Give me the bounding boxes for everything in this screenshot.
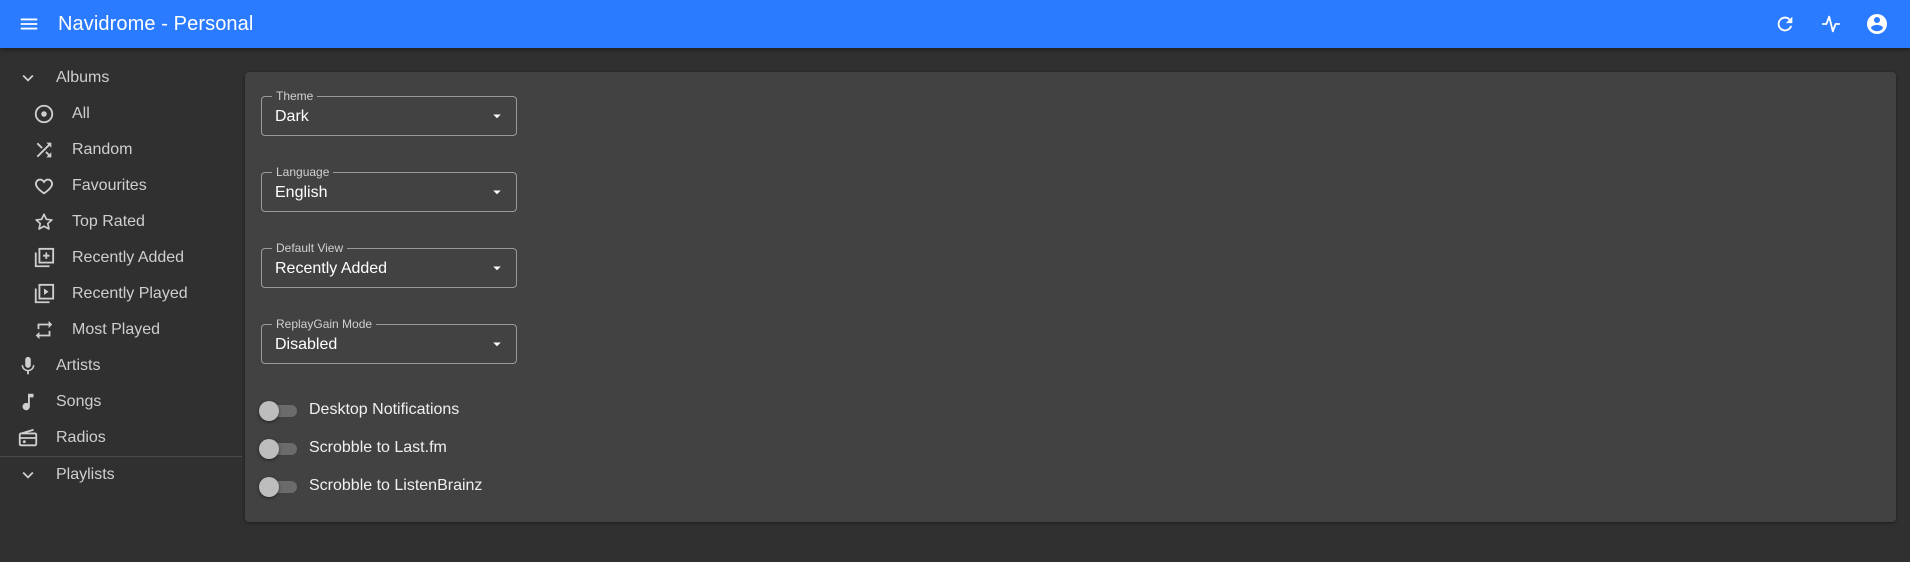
theme-label: Theme	[272, 89, 318, 103]
app-bar: Navidrome - Personal	[0, 0, 1910, 48]
sidebar-item-most-played[interactable]: Most Played	[0, 312, 242, 348]
desktop-notifications-toggle[interactable]: Desktop Notifications	[259, 396, 459, 424]
toggle-switch[interactable]	[259, 437, 297, 459]
toggle-label: Scrobble to ListenBrainz	[309, 477, 483, 494]
sidebar-item-label: Recently Played	[72, 285, 188, 302]
language-value: English	[275, 184, 328, 201]
default-view-label: Default View	[272, 241, 348, 255]
scrobble-lastfm-toggle[interactable]: Scrobble to Last.fm	[259, 434, 447, 462]
sidebar-item-all[interactable]: All	[0, 96, 242, 132]
theme-select[interactable]: Theme Dark	[261, 89, 517, 136]
sidebar-item-label: Playlists	[56, 466, 115, 483]
sidebar-item-songs[interactable]: Songs	[0, 384, 242, 420]
sidebar-item-label: Artists	[56, 357, 101, 374]
dropdown-arrow-icon	[493, 190, 501, 195]
sidebar-item-label: Top Rated	[72, 213, 145, 230]
app-title: Navidrome - Personal	[58, 12, 254, 35]
default-view-select[interactable]: Default View Recently Added	[261, 241, 517, 288]
heart-icon	[32, 174, 56, 198]
sidebar-item-radios[interactable]: Radios	[0, 420, 242, 456]
language-select[interactable]: Language English	[261, 165, 517, 212]
sidebar-item-favourites[interactable]: Favourites	[0, 168, 242, 204]
radio-icon	[16, 426, 40, 450]
menu-button[interactable]	[0, 0, 58, 48]
activity-icon	[1821, 15, 1841, 33]
language-label: Language	[272, 165, 334, 179]
sidebar-item-label: Most Played	[72, 321, 161, 338]
account-button[interactable]	[1854, 0, 1900, 48]
replaygain-value: Disabled	[275, 336, 338, 353]
library-play-icon	[32, 282, 56, 306]
album-icon	[32, 102, 56, 126]
star-icon	[32, 210, 56, 234]
sidebar: Albums All Random Favourites Top Rated R…	[0, 60, 242, 493]
sidebar-item-random[interactable]: Random	[0, 132, 242, 168]
sidebar-item-label: Random	[72, 141, 133, 158]
toggle-switch[interactable]	[259, 399, 297, 421]
sidebar-item-label: Songs	[56, 393, 102, 410]
menu-icon	[20, 18, 38, 30]
microphone-icon	[16, 354, 40, 378]
default-view-value: Recently Added	[275, 260, 388, 277]
sidebar-item-albums[interactable]: Albums	[0, 60, 242, 96]
sidebar-item-label: Favourites	[72, 177, 147, 194]
scrobble-listenbrainz-toggle[interactable]: Scrobble to ListenBrainz	[259, 472, 482, 500]
personal-settings-card: Theme Dark Language English Default View…	[245, 72, 1896, 522]
activity-button[interactable]	[1808, 0, 1854, 48]
toggle-switch[interactable]	[259, 475, 297, 497]
repeat-icon	[32, 318, 56, 342]
sidebar-item-recently-played[interactable]: Recently Played	[0, 276, 242, 312]
toggle-label: Desktop Notifications	[309, 401, 460, 418]
chevron-down-icon	[16, 66, 40, 90]
account-circle-icon	[1867, 14, 1887, 34]
sidebar-item-playlists[interactable]: Playlists	[0, 457, 242, 493]
dropdown-arrow-icon	[493, 114, 501, 119]
refresh-icon	[1777, 16, 1793, 32]
music-note-icon	[16, 390, 40, 414]
sidebar-item-label: Albums	[56, 69, 110, 86]
shuffle-icon	[32, 138, 56, 162]
sidebar-item-artists[interactable]: Artists	[0, 348, 242, 384]
dropdown-arrow-icon	[493, 342, 501, 347]
refresh-button[interactable]	[1762, 0, 1808, 48]
sidebar-item-label: Recently Added	[72, 249, 185, 266]
sidebar-item-recently-added[interactable]: Recently Added	[0, 240, 242, 276]
library-add-icon	[32, 246, 56, 270]
sidebar-item-label: All	[72, 105, 90, 122]
replaygain-label: ReplayGain Mode	[272, 317, 377, 331]
chevron-down-icon	[16, 463, 40, 487]
sidebar-item-top-rated[interactable]: Top Rated	[0, 204, 242, 240]
toggle-label: Scrobble to Last.fm	[309, 439, 447, 456]
sidebar-item-label: Radios	[56, 429, 106, 446]
replaygain-mode-select[interactable]: ReplayGain Mode Disabled	[261, 317, 517, 364]
theme-value: Dark	[275, 108, 309, 125]
dropdown-arrow-icon	[493, 266, 501, 271]
